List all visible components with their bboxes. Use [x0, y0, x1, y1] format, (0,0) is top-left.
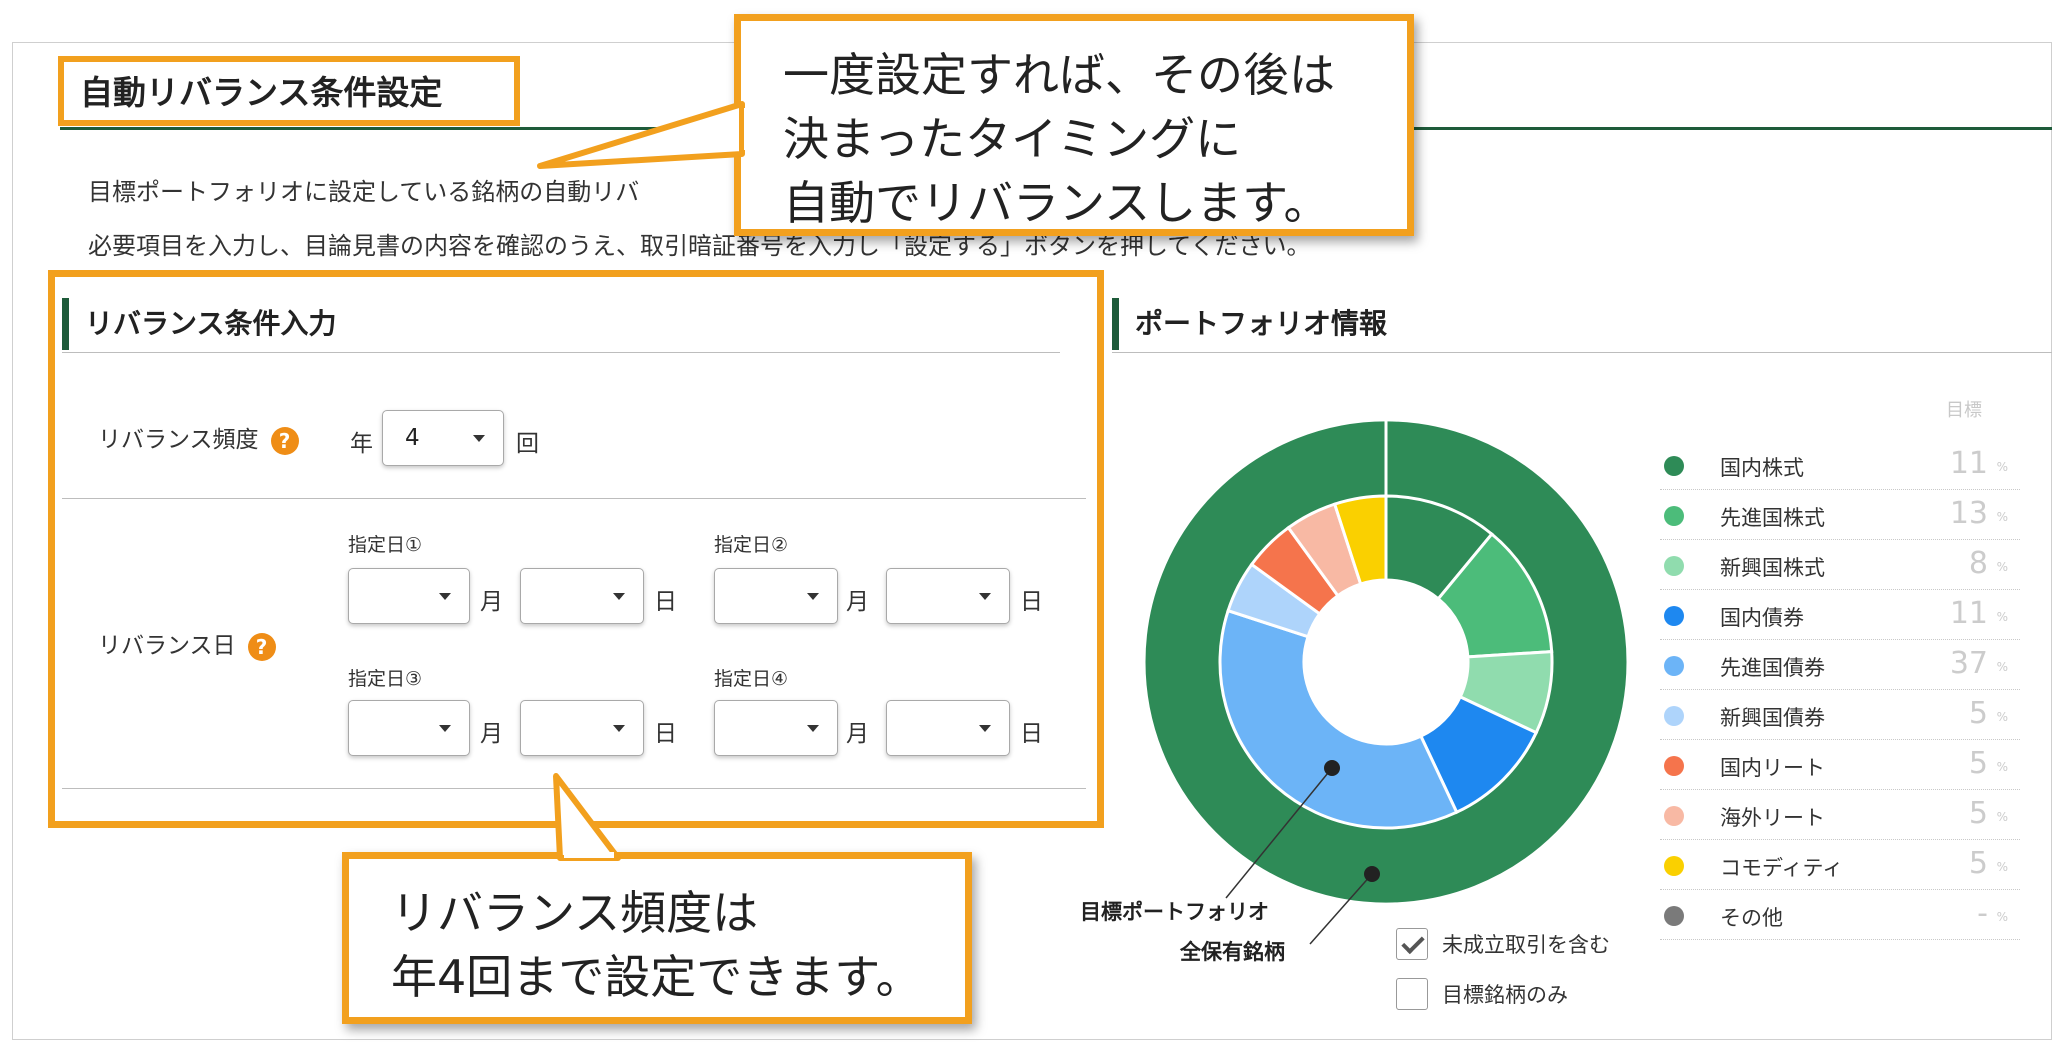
top-callout-pointer	[537, 101, 745, 169]
callout-pointers	[537, 101, 750, 861]
bottom-callout-pointer	[553, 773, 621, 861]
